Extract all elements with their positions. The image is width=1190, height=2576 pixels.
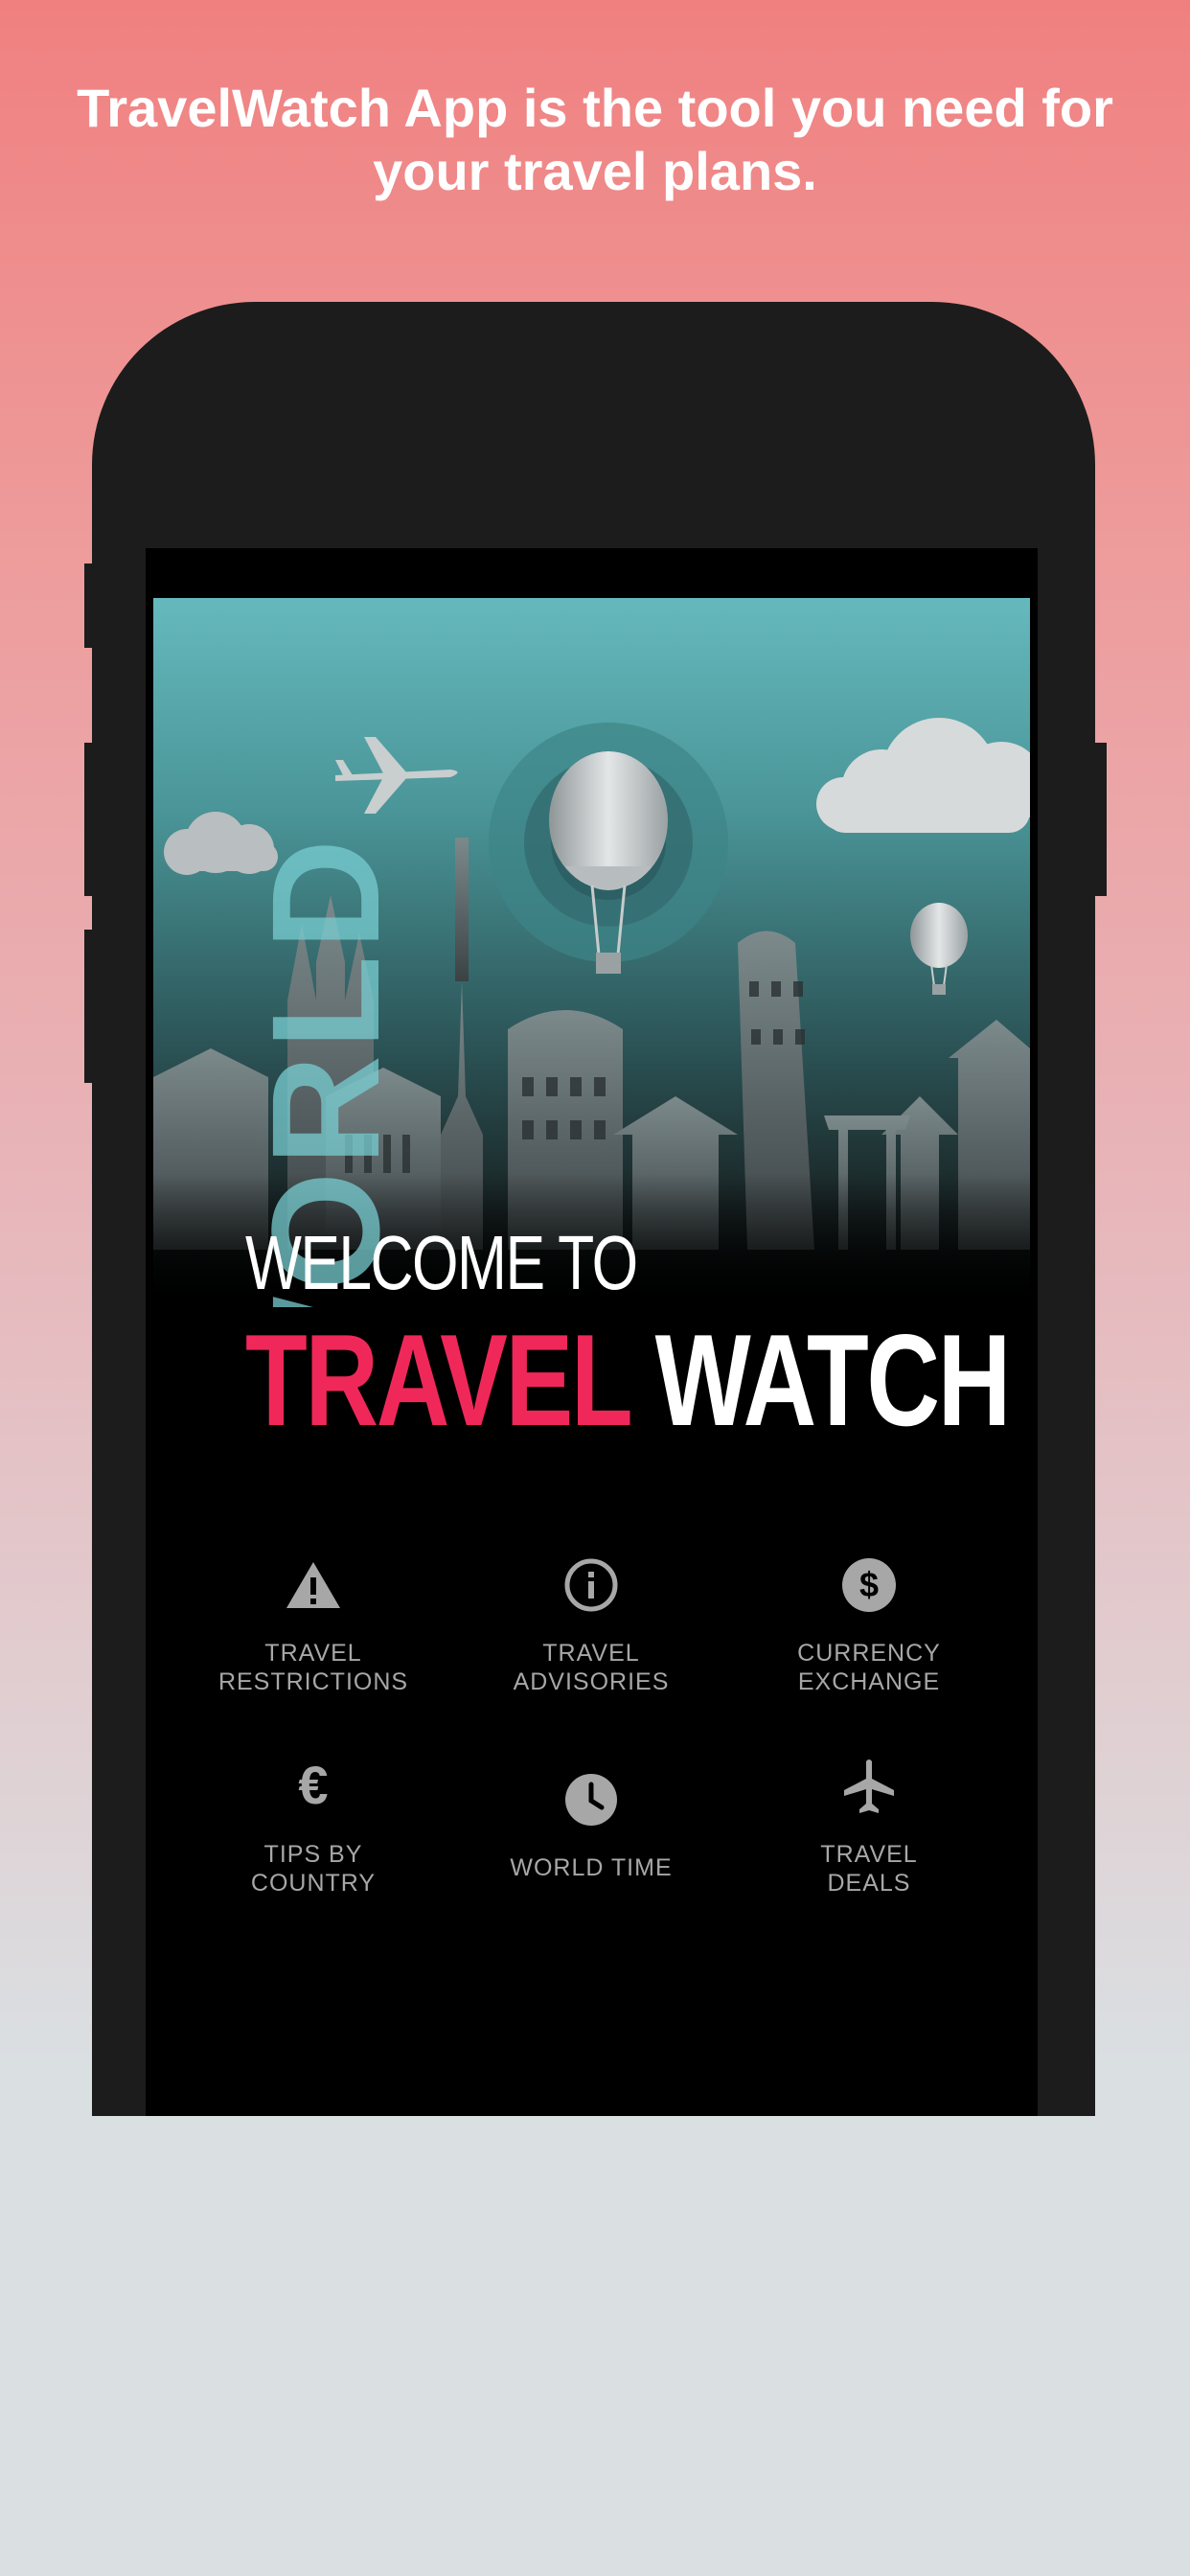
dollar-icon: $ xyxy=(842,1558,896,1612)
world-vertical-text: WORLD xyxy=(240,833,411,1307)
hero-banner: WORLD xyxy=(153,598,1030,1307)
hot-air-balloon-small xyxy=(910,903,968,995)
menu-travel-advisories[interactable]: TRAVEL ADVISORIES xyxy=(452,1554,730,1717)
clock-icon xyxy=(565,1774,617,1826)
menu-label: TIPS BY COUNTRY xyxy=(250,1841,377,1897)
info-icon xyxy=(564,1558,618,1612)
welcome-label: WELCOME TO xyxy=(245,1220,638,1305)
menu-travel-deals[interactable]: TRAVEL DEALS xyxy=(730,1756,1008,1919)
menu-travel-restrictions[interactable]: TRAVEL RESTRICTIONS xyxy=(174,1554,452,1717)
menu-label: TRAVEL ADVISORIES xyxy=(513,1640,670,1695)
airplane-icon xyxy=(844,1760,894,1813)
side-button-volume-up xyxy=(84,743,96,896)
side-button-mute xyxy=(84,564,96,648)
svg-text:€: € xyxy=(298,1756,328,1815)
cloud-right xyxy=(816,718,1030,833)
brand-plain-word: WATCH xyxy=(654,1307,1012,1453)
brand-title: TRAVEL WATCH xyxy=(245,1315,1011,1445)
brand-accent-word: TRAVEL xyxy=(245,1307,631,1453)
menu-currency-exchange[interactable]: $ CURRENCY EXCHANGE xyxy=(730,1554,1008,1717)
side-button-power xyxy=(1095,743,1107,896)
menu-label: WORLD TIME xyxy=(510,1854,673,1881)
svg-text:$: $ xyxy=(859,1565,879,1604)
menu-label: CURRENCY EXCHANGE xyxy=(797,1640,941,1695)
side-button-volume-down xyxy=(84,930,96,1083)
menu-tips-by-country[interactable]: € TIPS BY COUNTRY xyxy=(174,1756,452,1919)
warning-icon xyxy=(286,1562,340,1608)
menu-world-time[interactable]: WORLD TIME xyxy=(452,1756,730,1919)
app-screen: WORLD WELCOME TO TRAVEL WATCH TRAVEL RES… xyxy=(146,548,1038,2116)
menu-label: TRAVEL RESTRICTIONS xyxy=(217,1640,409,1695)
feature-menu: TRAVEL RESTRICTIONS TRAVEL ADVISORIES $ … xyxy=(174,1554,1008,1919)
menu-label: TRAVEL DEALS xyxy=(820,1841,918,1897)
headline: TravelWatch App is the tool you need for… xyxy=(77,78,1113,201)
euro-icon: € xyxy=(298,1756,328,1815)
